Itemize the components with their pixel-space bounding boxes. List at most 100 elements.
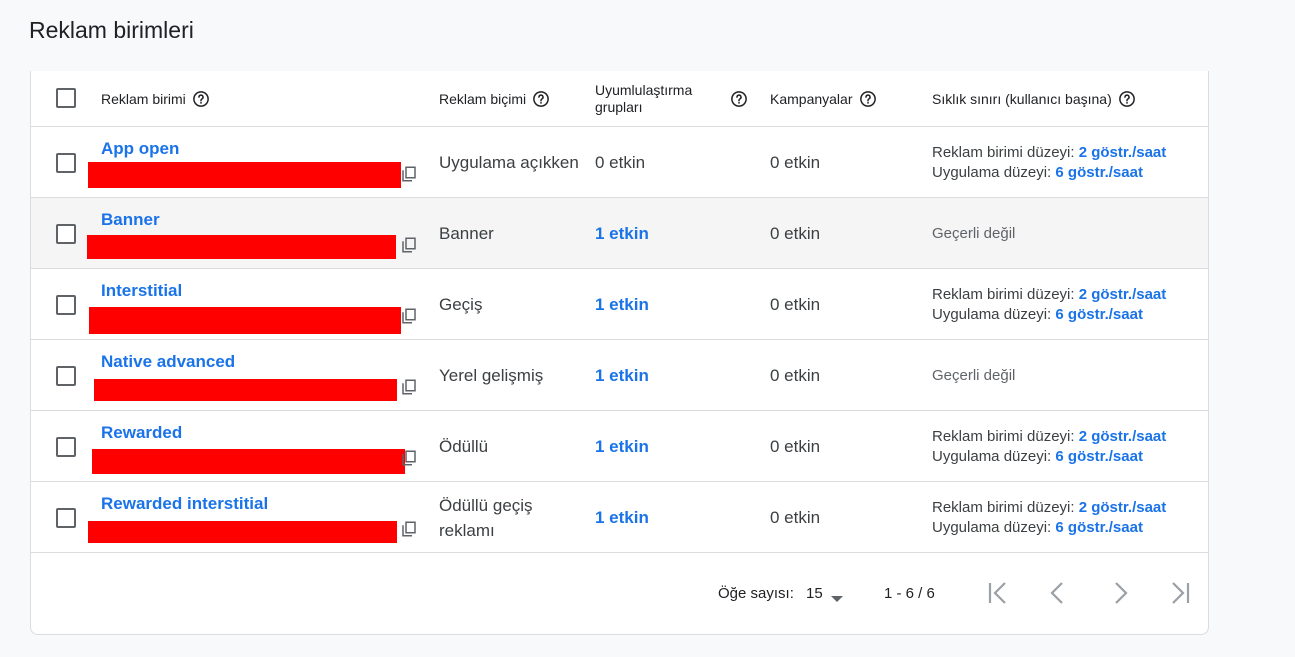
mediation-groups-link[interactable]: 1 etkin: [595, 340, 649, 411]
campaigns: 0 etkin: [770, 223, 821, 243]
ad-unit-name-link[interactable]: App open: [101, 139, 179, 159]
table-header: Reklam birimi Reklam biçimi Uyumlulaştır…: [31, 71, 1208, 127]
freq-app-label: Uygulama düzeyi:: [932, 447, 1052, 465]
freq-unit-link[interactable]: 2 göstr./saat: [1079, 286, 1167, 303]
page-title: Reklam birimleri: [29, 17, 194, 43]
redacted-ad-unit-id: [87, 235, 396, 259]
ad-unit-name-link[interactable]: Banner: [101, 210, 160, 230]
ad-unit-name-link[interactable]: Interstitial: [101, 281, 182, 301]
campaigns: 0 etkin: [770, 294, 821, 314]
last-page-icon[interactable]: [1166, 579, 1194, 607]
row-checkbox[interactable]: [56, 437, 76, 457]
chevron-right-icon[interactable]: [1106, 579, 1134, 607]
items-per-page-select[interactable]: 15: [806, 585, 823, 602]
col-header-mediation[interactable]: Uyumlulaştırma grupları: [595, 71, 755, 127]
freq-not-applicable: Geçerli değil: [932, 224, 1016, 242]
help-circle-icon[interactable]: [532, 90, 550, 108]
ad-unit-name-link[interactable]: Native advanced: [101, 352, 235, 372]
col-header-unit[interactable]: Reklam birimi: [101, 71, 210, 127]
caret-down-icon[interactable]: [831, 590, 843, 602]
freq-app-label: Uygulama düzeyi:: [932, 305, 1052, 323]
col-header-campaigns[interactable]: Kampanyalar: [770, 71, 877, 127]
copy-icon[interactable]: [400, 520, 418, 538]
col-header-mediation-label: Uyumlulaştırma grupları: [595, 82, 693, 115]
ad-format: Ödüllü: [439, 437, 489, 456]
col-header-campaigns-label: Kampanyalar: [770, 91, 853, 107]
campaigns: 0 etkin: [770, 507, 821, 527]
row-checkbox[interactable]: [56, 366, 76, 386]
freq-unit-link[interactable]: 2 göstr./saat: [1079, 144, 1167, 161]
frequency-cap: Reklam birimi düzeyi: 2 göstr./saat Uygu…: [932, 482, 1166, 553]
mediation-groups-link[interactable]: 1 etkin: [595, 482, 649, 553]
ad-format: Uygulama açıkken: [439, 153, 579, 172]
ad-format: Ödüllü geçiş reklamı: [439, 495, 533, 540]
freq-app-link[interactable]: 6 göstr./saat: [1055, 306, 1143, 323]
ad-format: Banner: [439, 224, 494, 243]
ad-format: Geçiş: [439, 295, 483, 314]
help-circle-icon[interactable]: [1118, 90, 1136, 108]
ad-units-table: Reklam birimi Reklam biçimi Uyumlulaştır…: [30, 71, 1209, 635]
col-header-unit-label: Reklam birimi: [101, 91, 186, 107]
row-checkbox[interactable]: [56, 153, 76, 173]
copy-icon[interactable]: [400, 236, 418, 254]
first-page-icon[interactable]: [984, 579, 1012, 607]
select-all-checkbox[interactable]: [56, 88, 76, 108]
col-header-format[interactable]: Reklam biçimi: [439, 71, 550, 127]
col-header-format-label: Reklam biçimi: [439, 91, 527, 107]
freq-unit-label: Reklam birimi düzeyi:: [932, 143, 1075, 161]
freq-app-link[interactable]: 6 göstr./saat: [1055, 448, 1143, 465]
freq-unit-label: Reklam birimi düzeyi:: [932, 285, 1075, 303]
row-checkbox[interactable]: [56, 508, 76, 528]
col-header-frequency[interactable]: Sıklık sınırı (kullanıcı başına): [932, 71, 1136, 127]
redacted-ad-unit-id: [88, 521, 397, 543]
frequency-cap: Reklam birimi düzeyi: 2 göstr./saat Uygu…: [932, 269, 1166, 340]
frequency-cap: Reklam birimi düzeyi: 2 göstr./saat Uygu…: [932, 411, 1166, 482]
help-circle-icon[interactable]: [859, 90, 877, 108]
freq-app-link[interactable]: 6 göstr./saat: [1055, 164, 1143, 181]
row-checkbox[interactable]: [56, 295, 76, 315]
redacted-ad-unit-id: [94, 379, 397, 401]
redacted-ad-unit-id: [88, 162, 401, 188]
frequency-cap: Geçerli değil: [932, 198, 1015, 269]
pagination-bar: Öğe sayısı: 15 1 - 6 / 6: [31, 553, 1208, 635]
freq-not-applicable: Geçerli değil: [932, 366, 1016, 384]
freq-app-label: Uygulama düzeyi:: [932, 163, 1052, 181]
mediation-groups-link[interactable]: 1 etkin: [595, 198, 649, 269]
redacted-ad-unit-id: [92, 449, 405, 474]
row-checkbox[interactable]: [56, 224, 76, 244]
campaigns: 0 etkin: [770, 436, 821, 456]
freq-app-label: Uygulama düzeyi:: [932, 518, 1052, 536]
campaigns: 0 etkin: [770, 152, 821, 172]
table-row[interactable]: Interstitial Geçiş 1 etkin 0 etkin Rekla…: [31, 269, 1208, 340]
mediation-groups: 0 etkin: [595, 152, 646, 172]
table-row[interactable]: Banner Banner 1 etkin 0 etkin Geçerli de…: [31, 198, 1208, 269]
copy-icon[interactable]: [400, 378, 418, 396]
frequency-cap: Geçerli değil: [932, 340, 1015, 411]
items-per-page-label: Öğe sayısı:: [718, 585, 794, 602]
mediation-groups-link[interactable]: 1 etkin: [595, 269, 649, 340]
col-header-frequency-label: Sıklık sınırı (kullanıcı başına): [932, 91, 1112, 107]
freq-unit-label: Reklam birimi düzeyi:: [932, 498, 1075, 516]
copy-icon[interactable]: [400, 307, 418, 325]
freq-unit-label: Reklam birimi düzeyi:: [932, 427, 1075, 445]
freq-unit-link[interactable]: 2 göstr./saat: [1079, 499, 1167, 516]
help-circle-icon[interactable]: [192, 90, 210, 108]
ad-unit-name-link[interactable]: Rewarded: [101, 423, 182, 443]
copy-icon[interactable]: [400, 165, 418, 183]
campaigns: 0 etkin: [770, 365, 821, 385]
freq-app-link[interactable]: 6 göstr./saat: [1055, 519, 1143, 536]
copy-icon[interactable]: [400, 449, 418, 467]
ad-format: Yerel gelişmiş: [439, 366, 544, 385]
table-row[interactable]: Rewarded interstitial Ödüllü geçiş rekla…: [31, 482, 1208, 553]
frequency-cap: Reklam birimi düzeyi: 2 göstr./saat Uygu…: [932, 127, 1166, 198]
table-row[interactable]: Rewarded Ödüllü 1 etkin 0 etkin Reklam b…: [31, 411, 1208, 482]
redacted-ad-unit-id: [89, 307, 401, 334]
ad-unit-name-link[interactable]: Rewarded interstitial: [101, 494, 268, 514]
chevron-left-icon[interactable]: [1044, 579, 1072, 607]
page-range: 1 - 6 / 6: [884, 585, 935, 602]
table-row[interactable]: App open Uygulama açıkken 0 etkin 0 etki…: [31, 127, 1208, 198]
mediation-groups-link[interactable]: 1 etkin: [595, 411, 649, 482]
help-circle-icon[interactable]: [730, 90, 748, 108]
freq-unit-link[interactable]: 2 göstr./saat: [1079, 428, 1167, 445]
table-row[interactable]: Native advanced Yerel gelişmiş 1 etkin 0…: [31, 340, 1208, 411]
